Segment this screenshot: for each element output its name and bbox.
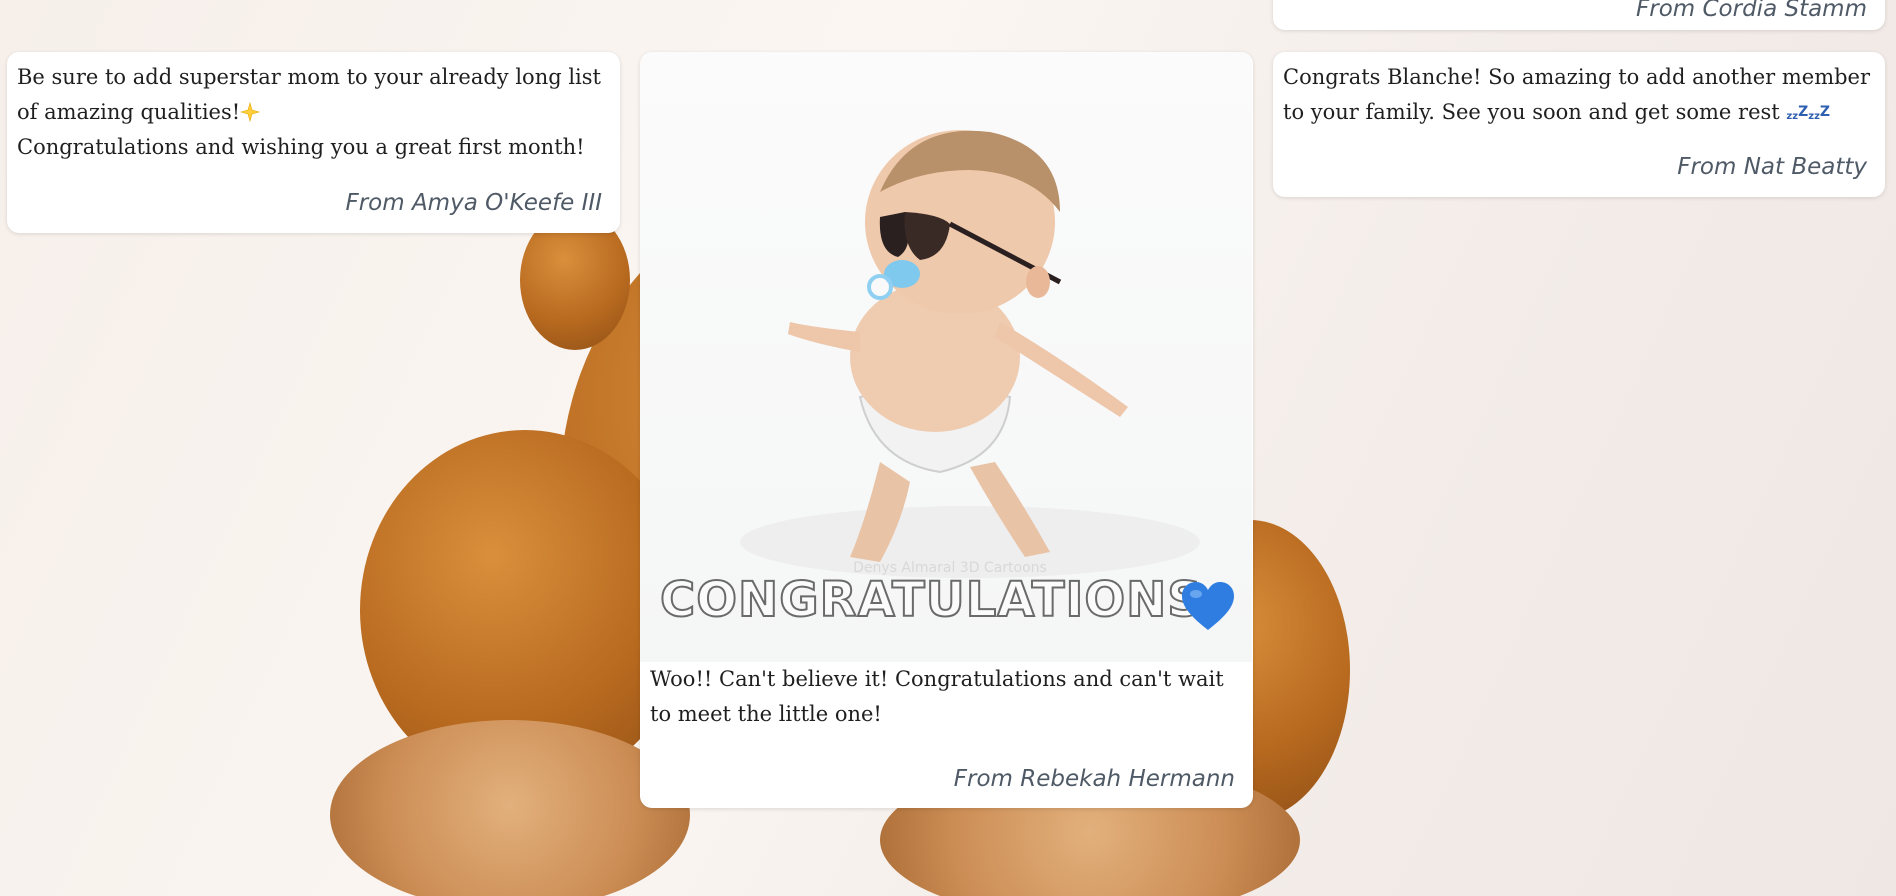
card-message: Be sure to add superstar mom to your alr…	[7, 52, 620, 165]
message-card-rebekah: Denys Almaral 3D Cartoons CONGRATULATION…	[640, 52, 1253, 808]
message-card-amya: Be sure to add superstar mom to your alr…	[7, 52, 620, 233]
card-message: Woo!! Can't believe it! Congratulations …	[650, 667, 1224, 726]
congratulations-gif: Denys Almaral 3D Cartoons CONGRATULATION…	[640, 52, 1252, 662]
blue-heart-icon	[1182, 582, 1234, 630]
card-from: From Rebekah Hermann	[953, 766, 1235, 792]
message-card-cordia: From Cordia Stamm	[1273, 0, 1885, 30]
message-card-nat: Congrats Blanche! So amazing to add anot…	[1273, 52, 1885, 197]
sleeping-zzz-icon: zzZzzZ	[1786, 104, 1831, 122]
card-from: From Amya O'Keefe III	[345, 190, 602, 216]
card-from: From Cordia Stamm	[1636, 0, 1867, 22]
card-from: From Nat Beatty	[1677, 154, 1867, 180]
card-message: Congrats Blanche! So amazing to add anot…	[1273, 52, 1885, 134]
card-message-line1: Be sure to add superstar mom to your alr…	[17, 65, 601, 124]
sparkle-star-icon	[240, 102, 261, 122]
card-message-text: Congrats Blanche! So amazing to add anot…	[1283, 65, 1871, 124]
card-message-line2: Congratulations and wishing you a great …	[17, 135, 585, 159]
gif-caption: CONGRATULATIONS	[659, 571, 1203, 629]
